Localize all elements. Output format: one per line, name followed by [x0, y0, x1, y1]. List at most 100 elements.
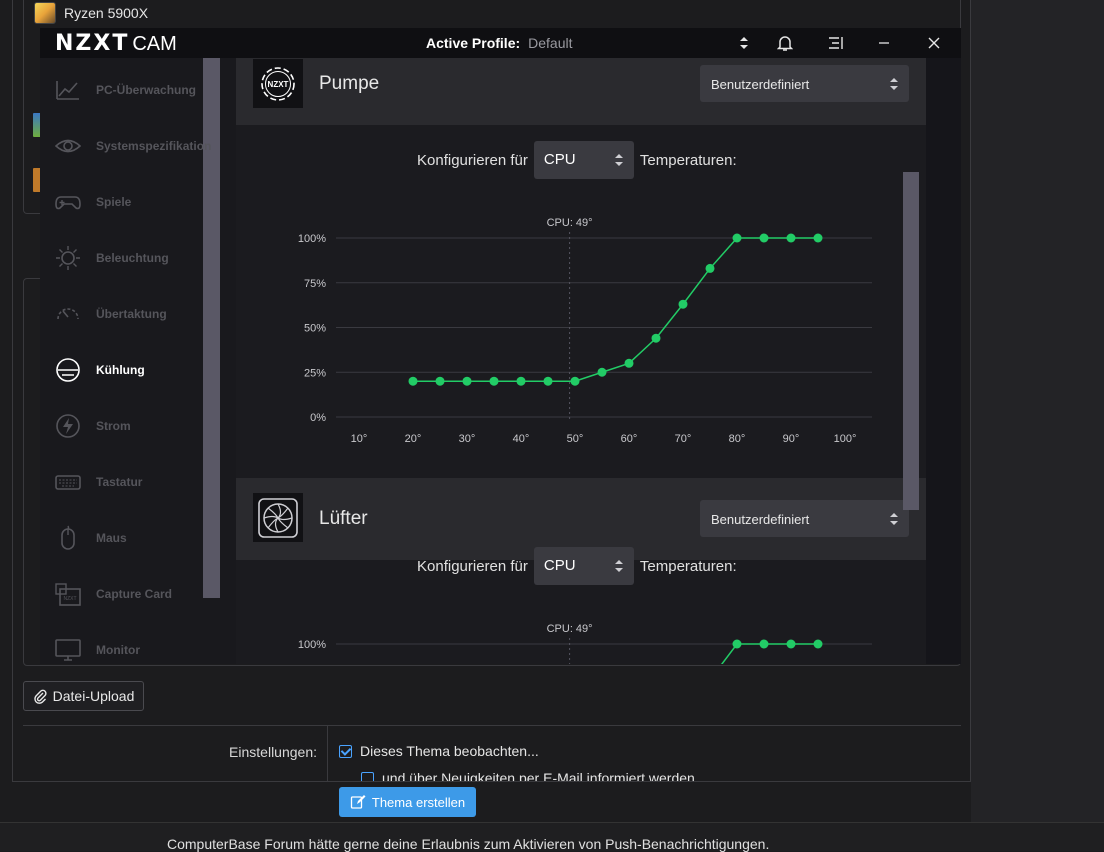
profile-switch-icon[interactable]: [734, 32, 754, 54]
curve-point[interactable]: [732, 233, 742, 243]
curve-point[interactable]: [678, 299, 688, 309]
sidebar-item[interactable]: Tastatur: [40, 454, 210, 510]
curve-point[interactable]: [462, 376, 472, 386]
sidebar-item[interactable]: Maus: [40, 510, 210, 566]
sidebar-item-label: Kühlung: [96, 363, 145, 377]
x-tick-label: 100°: [834, 433, 857, 445]
sidebar-item[interactable]: Übertaktung: [40, 286, 210, 342]
menu-icon[interactable]: [826, 32, 846, 54]
curve-point[interactable]: [813, 639, 823, 649]
mode-value: Benutzerdefiniert: [711, 512, 810, 527]
settings-label-cell: Einstellungen:: [23, 726, 328, 782]
fan-curve-line: [413, 237, 818, 382]
curve-point[interactable]: [435, 376, 445, 386]
create-label: Thema erstellen: [371, 794, 466, 810]
sidebar-item[interactable]: NZXT Capture Card: [40, 566, 210, 622]
file-upload-button[interactable]: Datei-Upload: [23, 681, 144, 711]
username[interactable]: Ryzen 5900X: [64, 5, 148, 21]
curve-point[interactable]: [786, 639, 796, 649]
capture-card-icon: NZXT: [55, 583, 81, 606]
sidebar-item[interactable]: Monitor: [40, 622, 210, 664]
bolt-icon: [56, 414, 80, 438]
source-select[interactable]: CPU: [533, 547, 634, 585]
monitor-icon: [55, 639, 81, 661]
curve-point[interactable]: [543, 376, 553, 386]
curve-point[interactable]: [489, 376, 499, 386]
logo-bold: NZXT: [55, 31, 130, 56]
minimize-icon[interactable]: [874, 32, 894, 54]
avatar[interactable]: [34, 2, 56, 24]
curve-point[interactable]: [624, 358, 634, 368]
sidebar-item-label: Tastatur: [96, 475, 143, 489]
y-tick-label: 100%: [298, 233, 326, 245]
sidebar-item-label: Capture Card: [96, 587, 173, 601]
active-profile[interactable]: Active Profile: Default: [426, 35, 573, 51]
sidebar-item-label: Übertaktung: [96, 307, 167, 321]
sidebar-item[interactable]: Beleuchtung: [40, 230, 210, 286]
sidebar-item[interactable]: Systemspezifikation: [40, 118, 212, 174]
fan-curve-chart[interactable]: 100%75%CPU: 49°: [236, 614, 926, 664]
sidebar-item[interactable]: PC-Überwachung: [40, 62, 210, 118]
fan-curve-line: [720, 643, 818, 664]
sidebar-item[interactable]: Spiele: [40, 174, 210, 230]
pump-curve-chart[interactable]: 100% 75% 50% 25% 0% CPU: 49° 10° 20° 30° 40° 50° 60…: [236, 208, 926, 448]
curve-point[interactable]: [570, 376, 580, 386]
sidebar-item[interactable]: Strom: [40, 398, 210, 454]
curve-point[interactable]: [759, 639, 769, 649]
curve-point[interactable]: [813, 233, 823, 243]
source-select[interactable]: CPU: [533, 141, 634, 179]
watch-label[interactable]: Dieses Thema beobachten...: [360, 743, 539, 759]
source-value: CPU: [543, 557, 576, 574]
curve-point[interactable]: [651, 333, 661, 343]
cooling-icon: [56, 358, 80, 382]
settings-label: Einstellungen:: [229, 744, 317, 760]
forum-sidebar-area: [971, 0, 1104, 822]
profile-label: Active Profile:: [426, 35, 521, 51]
nzxt-cam-window: NZXT CAM Active Profile: Default PC-Über…: [40, 28, 961, 664]
updown-icon: [890, 78, 898, 90]
mode-select[interactable]: Benutzerdefiniert: [700, 65, 909, 102]
curve-point[interactable]: [759, 233, 769, 243]
sidebar-item-label: Beleuchtung: [96, 251, 169, 265]
watch-thread-option[interactable]: Dieses Thema beobachten...: [339, 743, 539, 759]
mouse-icon: [61, 525, 75, 550]
curve-point[interactable]: [705, 263, 715, 273]
cam-scrollbar[interactable]: [903, 172, 919, 510]
close-icon[interactable]: [924, 32, 944, 54]
x-tick-label: 60°: [621, 433, 638, 445]
svg-text:NZXT: NZXT: [63, 596, 76, 602]
create-thread-button[interactable]: Thema erstellen: [339, 787, 476, 817]
x-tick-label: 10°: [351, 433, 368, 445]
cam-logo: NZXT CAM: [55, 31, 177, 56]
user-header[interactable]: Ryzen 5900X: [34, 2, 148, 24]
config-line: Konfigurieren für CPU Temperaturen:: [417, 547, 737, 585]
sidebar-item-label: Maus: [96, 531, 127, 545]
svg-text:NZXT: NZXT: [268, 80, 289, 89]
watch-checkbox[interactable]: [339, 744, 352, 758]
x-tick-label: 20°: [405, 433, 422, 445]
x-tick-label: 30°: [459, 433, 476, 445]
current-temp-label: CPU: 49°: [547, 623, 593, 635]
curve-point[interactable]: [516, 376, 526, 386]
y-tick-label: 50%: [304, 323, 326, 335]
y-tick-label: 100%: [298, 639, 326, 651]
bell-icon[interactable]: [775, 32, 795, 54]
x-tick-label: 40°: [513, 433, 530, 445]
push-text: ComputerBase Forum hätte gerne deine Erl…: [167, 836, 770, 852]
profile-value[interactable]: Default: [528, 35, 572, 51]
curve-point[interactable]: [732, 639, 742, 649]
curve-point[interactable]: [408, 376, 418, 386]
push-notification-bar[interactable]: ComputerBase Forum hätte gerne deine Erl…: [0, 822, 1104, 852]
cam-titlebar[interactable]: NZXT CAM Active Profile: Default: [40, 28, 961, 58]
sidebar-item[interactable]: Kühlung: [40, 342, 210, 398]
mode-select[interactable]: Benutzerdefiniert: [700, 500, 909, 537]
curve-point[interactable]: [597, 367, 607, 377]
sidebar-item-label: Spiele: [96, 195, 132, 209]
sun-icon: [56, 246, 80, 270]
x-tick-label: 70°: [675, 433, 692, 445]
device-title: Lüfter: [319, 508, 368, 529]
fan-icon: [253, 493, 303, 542]
sidebar-item-label: Systemspezifikation: [96, 139, 212, 153]
curve-point[interactable]: [786, 233, 796, 243]
gamepad-icon: [55, 196, 81, 210]
